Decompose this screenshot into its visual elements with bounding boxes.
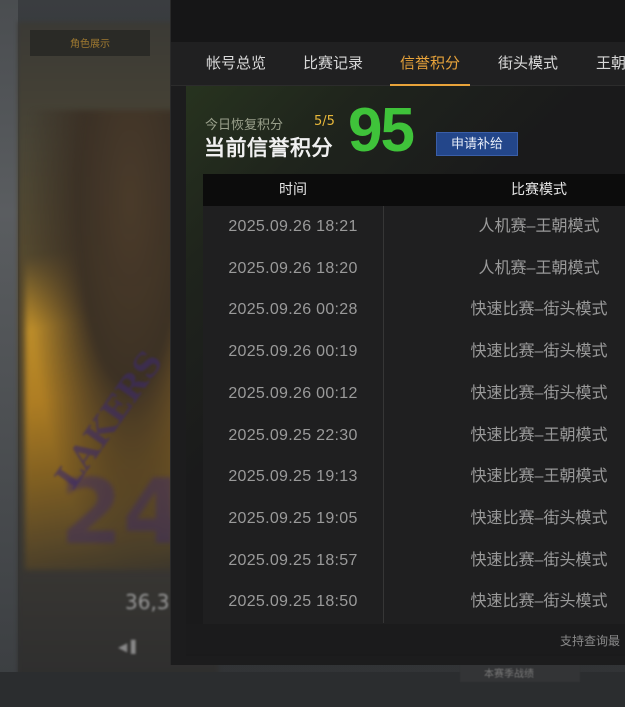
credit-history-table: 时间 比赛模式 2025.09.26 18:21 人机赛–王朝模式 2025.09.… [203,174,625,624]
column-header-time: 时间 [279,182,307,198]
table-row: 2025.09.26 00:28 快速比赛–街头模式 [203,289,625,331]
cell-mode: 快速比赛–街头模式 [470,593,608,611]
score-value: 95 [348,96,415,165]
cell-mode: 人机赛–王朝模式 [478,259,600,277]
cell-mode: 快速比赛–王朝模式 [470,468,608,486]
background-edge [0,0,18,707]
table-header: 时间 比赛模式 [203,174,625,206]
table-row: 2025.09.26 18:20 人机赛–王朝模式 [203,248,625,290]
character-nav-prev-icon[interactable]: ◀ ▌ [118,640,140,654]
apply-supply-button[interactable]: 申请补给 [436,132,518,156]
cell-time: 2025.09.26 00:19 [228,343,358,361]
cell-mode: 快速比赛–街头模式 [470,301,608,319]
tab-bar: 帐号总览 比赛记录 信誉积分 街头模式 王朝 [171,42,625,86]
cell-time: 2025.09.26 18:20 [228,259,358,277]
query-note-text: 支持查询最 [560,634,621,648]
profile-dialog: 帐号总览 比赛记录 信誉积分 街头模式 王朝 今日恢复积分 5/5 当前信誉积分… [170,0,625,665]
cell-time: 2025.09.25 18:57 [228,551,358,569]
table-row: 2025.09.25 18:50 快速比赛–街头模式 [203,581,625,623]
cell-mode: 人机赛–王朝模式 [478,218,600,235]
table-body: 2025.09.26 18:21 人机赛–王朝模式 2025.09.26 18:20… [203,206,625,623]
recover-value: 5/5 [314,114,335,129]
table-row: 2025.09.26 18:21 人机赛–王朝模式 [203,206,625,248]
credit-summary: 今日恢复积分 5/5 当前信誉积分 95 申请补给 [186,86,625,174]
tab-account-overview[interactable]: 帐号总览 [206,42,266,86]
cell-time: 2025.09.25 18:50 [228,593,358,611]
tab-dynasty[interactable]: 王朝 [596,42,625,86]
tab-credit-score[interactable]: 信誉积分 [389,42,471,86]
table-row: 2025.09.25 18:57 快速比赛–街头模式 [203,540,625,582]
query-note: 支持查询最 [186,624,625,654]
table-row: 2025.09.26 00:12 快速比赛–街头模式 [203,373,625,415]
dialog-header [171,0,625,42]
table-row: 2025.09.25 22:30 快速比赛–王朝模式 [203,415,625,457]
cell-time: 2025.09.25 22:30 [228,426,358,444]
cell-time: 2025.09.26 00:12 [228,384,358,402]
tab-match-history[interactable]: 比赛记录 [303,42,363,86]
character-panel-tab: 角色展示 [30,30,150,56]
cell-mode: 快速比赛–街头模式 [470,551,608,569]
column-header-mode: 比赛模式 [511,182,567,198]
table-row: 2025.09.26 00:19 快速比赛–街头模式 [203,331,625,373]
character-panel-tab-label: 角色展示 [70,39,110,50]
score-title: 当前信誉积分 [204,136,333,160]
tab-street-mode[interactable]: 街头模式 [498,42,558,86]
table-row: 2025.09.25 19:13 快速比赛–王朝模式 [203,456,625,498]
cell-mode: 快速比赛–街头模式 [470,343,608,361]
table-row: 2025.09.25 19:05 快速比赛–街头模式 [203,498,625,540]
cell-time: 2025.09.25 19:13 [228,468,358,486]
credit-score-panel: 今日恢复积分 5/5 当前信誉积分 95 申请补给 时间 比赛模式 2025.0… [186,86,625,656]
cell-time: 2025.09.26 00:28 [228,301,358,319]
cell-mode: 快速比赛–王朝模式 [470,426,608,444]
cell-mode: 快速比赛–街头模式 [470,509,608,527]
recover-label: 今日恢复积分 [205,118,284,133]
cell-time: 2025.09.25 19:05 [228,509,358,527]
character-stat: 36,3 [125,590,170,614]
cell-time: 2025.09.26 18:21 [228,218,358,235]
jersey-number: 24 [60,460,186,565]
cell-mode: 快速比赛–街头模式 [470,384,608,402]
